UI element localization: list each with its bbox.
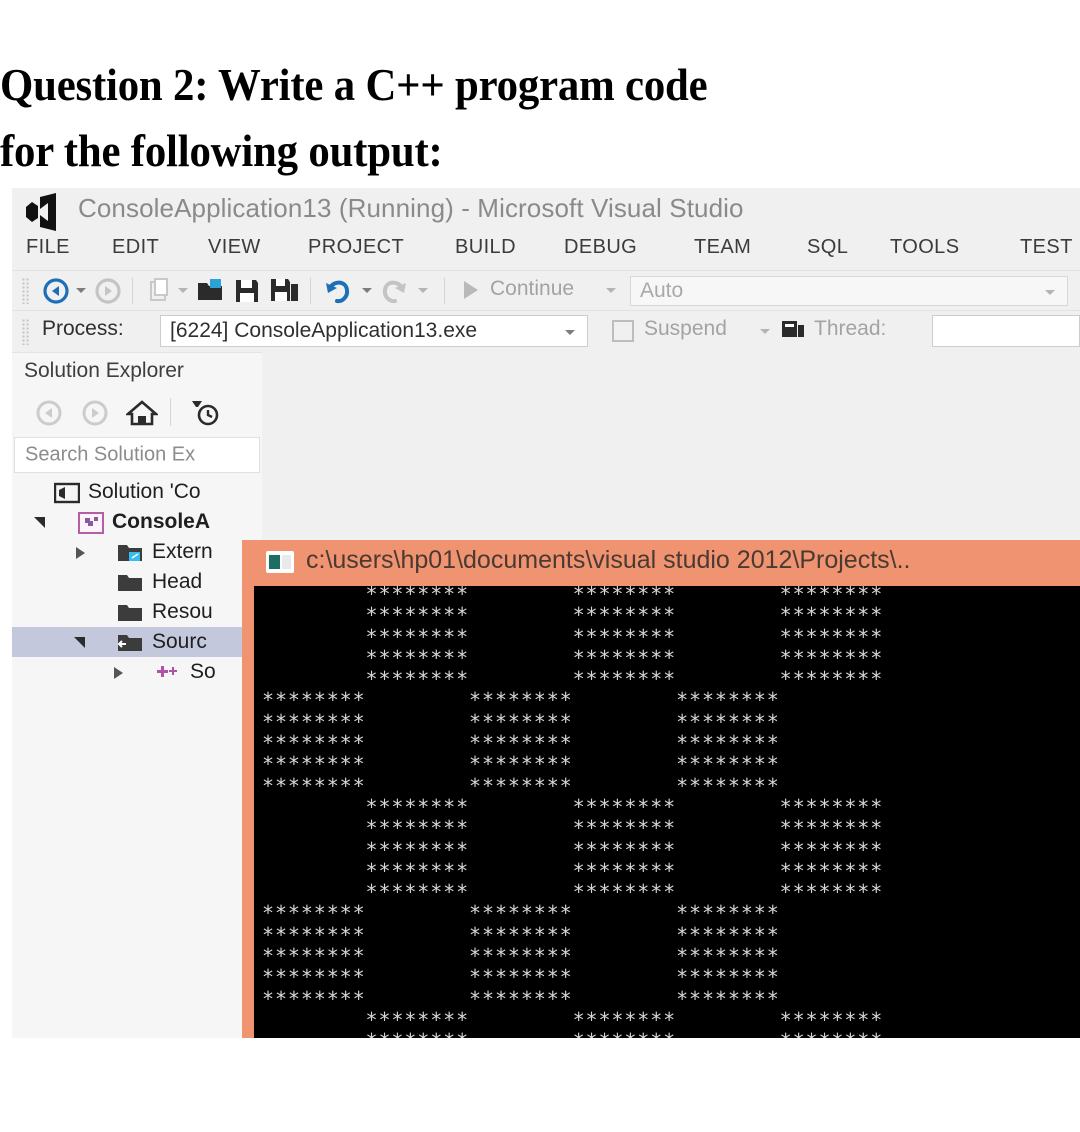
tree-item-label: Extern: [152, 540, 213, 563]
suspend-dropdown-caret-icon[interactable]: [760, 329, 770, 334]
toolbar-separator: [444, 278, 445, 304]
resource-files-folder-icon: [116, 602, 142, 622]
suspend-button[interactable]: Suspend: [644, 317, 727, 341]
menu-item-view[interactable]: VIEW: [208, 236, 261, 259]
tree-item-label: Sourc: [152, 630, 207, 653]
navigate-back-dropdown-caret-icon[interactable]: [76, 288, 86, 293]
toolbar-grip[interactable]: [22, 278, 29, 304]
new-item-icon[interactable]: [146, 278, 172, 304]
menu-item-sql[interactable]: SQL: [807, 236, 848, 259]
process-label: Process:: [42, 317, 124, 340]
thread-icon[interactable]: [780, 318, 806, 344]
menu-item-build[interactable]: BUILD: [455, 236, 516, 259]
process-dropdown-caret-icon[interactable]: [565, 330, 575, 335]
menu-item-test[interactable]: TEST: [1020, 236, 1073, 259]
pending-changes-filter-icon[interactable]: [188, 397, 220, 427]
menu-item-tools[interactable]: TOOLS: [890, 236, 959, 259]
tree-item-label: Head: [152, 570, 203, 593]
redo-dropdown-caret-icon[interactable]: [418, 288, 428, 293]
external-dependencies-folder-icon: [116, 542, 142, 562]
solution-explorer-title: Solution Explorer: [24, 359, 184, 382]
navigate-forward-icon[interactable]: [94, 278, 122, 304]
home-icon[interactable]: [124, 399, 160, 427]
menu-item-debug[interactable]: DEBUG: [564, 236, 637, 259]
cpp-file-icon: [154, 662, 178, 682]
vs-standard-toolbar: Continue Auto: [12, 270, 1080, 311]
chevron-expanded-icon[interactable]: [34, 517, 45, 528]
menu-item-team[interactable]: TEAM: [694, 236, 751, 259]
menu-item-edit[interactable]: EDIT: [112, 236, 159, 259]
console-body: ******** ******** ******** ******** ****…: [254, 586, 1080, 1038]
tree-item-label: Resou: [152, 600, 213, 623]
chevron-expanded-icon[interactable]: [74, 637, 85, 648]
cpp-project-icon: [78, 512, 104, 534]
undo-icon[interactable]: [324, 276, 352, 306]
toolbar-grip[interactable]: [22, 319, 29, 345]
tree-item-source-file[interactable]: So: [12, 657, 262, 687]
save-all-icon[interactable]: [270, 277, 300, 305]
platform-value: Auto: [640, 279, 684, 302]
continue-dropdown-caret-icon[interactable]: [606, 288, 616, 293]
toolbar-separator: [310, 278, 311, 304]
process-combobox[interactable]: [6224] ConsoleApplication13.exe: [160, 315, 588, 347]
solution-explorer-toolbar: [12, 391, 262, 437]
console-output-text: ******** ******** ******** ******** ****…: [262, 586, 884, 1038]
thread-label: Thread:: [814, 317, 887, 340]
menu-item-project[interactable]: PROJECT: [308, 236, 404, 259]
new-item-dropdown-caret-icon[interactable]: [178, 288, 188, 293]
visual-studio-logo-icon: [20, 193, 66, 231]
tree-item-label: ConsoleA: [112, 510, 211, 533]
tree-item-label: So: [190, 660, 216, 683]
continue-button[interactable]: Continue: [490, 277, 574, 301]
source-files-folder-icon: [116, 632, 142, 652]
forward-arrow-icon[interactable]: [80, 399, 110, 427]
vs-title-bar: ConsoleApplication13 (Running) - Microso…: [12, 188, 1080, 236]
page-title: Question 2: Write a C++ program code for…: [0, 52, 1000, 184]
undo-dropdown-caret-icon[interactable]: [362, 288, 372, 293]
console-window-icon: [266, 551, 294, 573]
solution-icon: [53, 482, 81, 504]
thread-combobox[interactable]: [932, 315, 1080, 347]
play-continue-icon[interactable]: [464, 281, 478, 299]
tree-item-external-dependencies[interactable]: Extern: [12, 537, 262, 567]
vs-debug-location-toolbar: Process: [6224] ConsoleApplication13.exe…: [12, 310, 1080, 353]
tree-item-resource-files[interactable]: Resou: [12, 597, 262, 627]
vs-window-title: ConsoleApplication13 (Running) - Microso…: [78, 193, 744, 223]
save-icon[interactable]: [234, 277, 260, 305]
tree-item-solution[interactable]: Solution 'Co: [12, 477, 262, 507]
tree-item-source-files[interactable]: Sourc: [12, 627, 262, 657]
question-line-2: for the following output:: [0, 125, 443, 176]
navigate-back-icon[interactable]: [42, 278, 70, 304]
suspend-icon[interactable]: [612, 320, 634, 342]
header-files-folder-icon: [116, 572, 142, 592]
visual-studio-window: ConsoleApplication13 (Running) - Microso…: [12, 188, 1080, 1038]
tree-item-header-files[interactable]: Head: [12, 567, 262, 597]
platform-dropdown-caret-icon[interactable]: [1045, 290, 1055, 295]
platform-combobox[interactable]: Auto: [630, 276, 1068, 306]
console-output-window[interactable]: c:\users\hp01\documents\visual studio 20…: [242, 540, 1080, 1038]
console-title-bar: c:\users\hp01\documents\visual studio 20…: [242, 540, 1080, 586]
question-line-1: Question 2: Write a C++ program code: [0, 59, 708, 110]
search-placeholder: Search Solution Ex: [25, 443, 196, 466]
chevron-collapsed-icon[interactable]: [76, 547, 85, 559]
vs-menu-bar: FILE EDIT VIEW PROJECT BUILD DEBUG TEAM …: [12, 236, 1080, 268]
solution-explorer-panel: Solution Explorer Search Solution Ex Sol…: [12, 352, 262, 1038]
back-arrow-icon[interactable]: [34, 399, 64, 427]
search-solution-explorer-input[interactable]: Search Solution Ex: [14, 437, 260, 473]
open-file-icon[interactable]: [196, 277, 224, 305]
chevron-collapsed-icon[interactable]: [114, 667, 123, 679]
tree-item-label: Solution 'Co: [88, 480, 201, 503]
redo-icon[interactable]: [380, 276, 408, 306]
menu-item-file[interactable]: FILE: [26, 236, 70, 259]
console-title: c:\users\hp01\documents\visual studio 20…: [306, 546, 911, 574]
solution-tree: Solution 'Co ConsoleA Extern Head Resou …: [12, 477, 262, 687]
process-value: [6224] ConsoleApplication13.exe: [170, 319, 478, 342]
toolbar-separator: [132, 278, 133, 304]
toolbar-separator: [170, 398, 171, 426]
tree-item-project[interactable]: ConsoleA: [12, 507, 262, 537]
